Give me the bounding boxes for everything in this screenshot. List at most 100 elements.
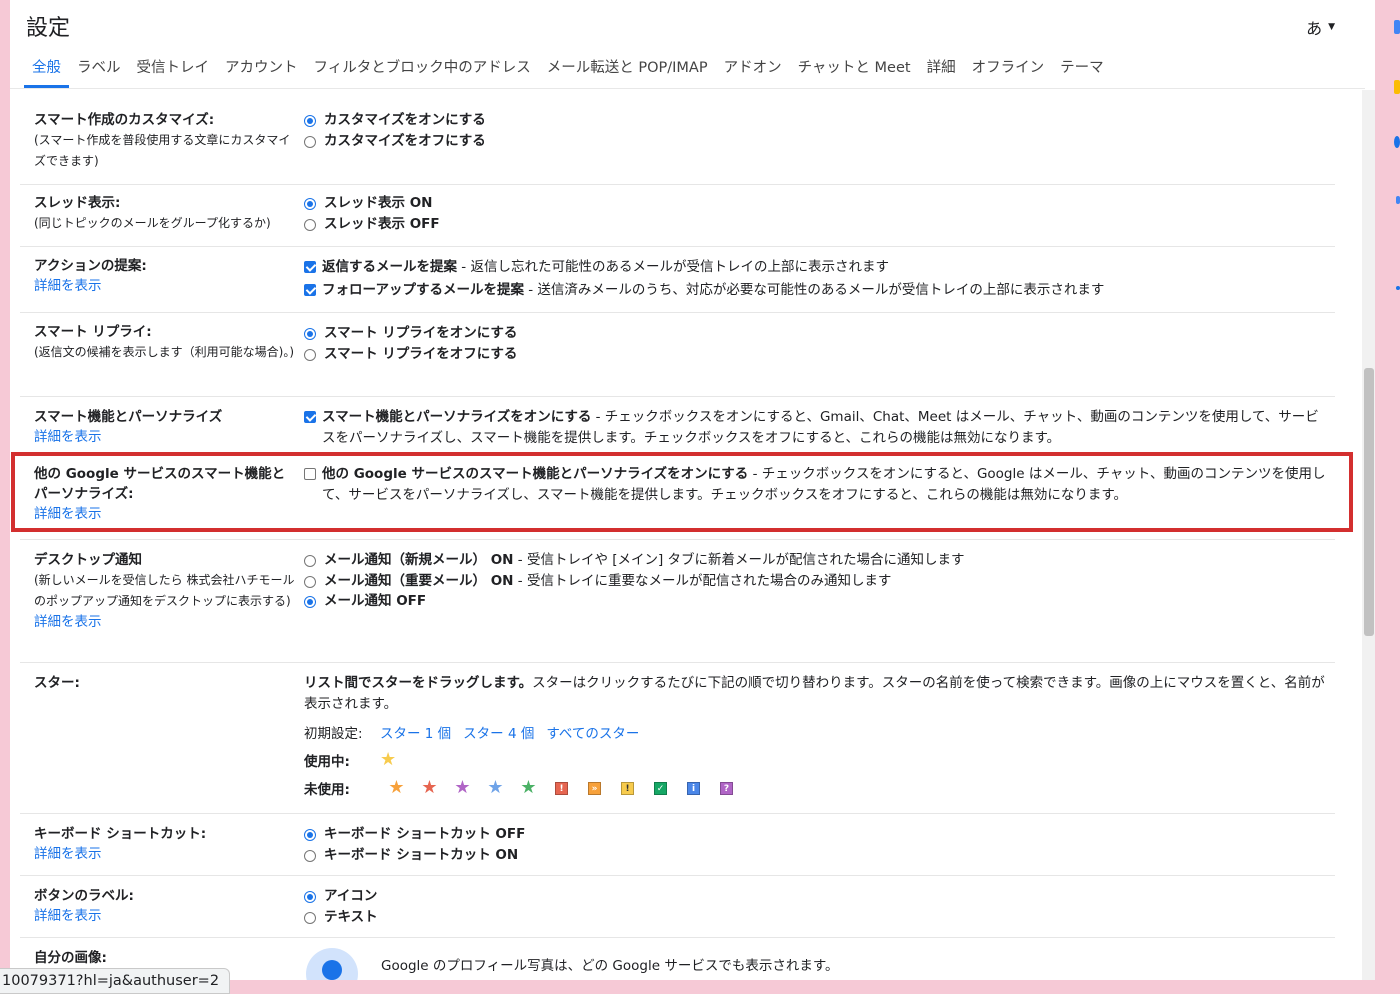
tab-inbox[interactable]: 受信トレイ xyxy=(129,58,218,88)
option-smart-compose-off[interactable]: カスタマイズをオフにする xyxy=(304,131,1327,152)
radio[interactable] xyxy=(304,218,316,231)
detail-link[interactable]: 詳細を表示 xyxy=(34,427,296,447)
star-icon[interactable]: ★ xyxy=(479,778,512,798)
option-smart-features[interactable]: スマート機能とパーソナライズをオンにする - チェックボックスをオンにすると、G… xyxy=(304,407,1327,448)
input-tools-button[interactable]: あ ▼ xyxy=(1306,15,1335,39)
radio[interactable] xyxy=(304,575,316,588)
option-labels-text[interactable]: テキスト xyxy=(304,907,1327,928)
marker-icon[interactable]: ✓ xyxy=(654,781,667,795)
side-panel-keep-icon[interactable] xyxy=(1394,80,1400,94)
option-nudge-followup[interactable]: フォローアップするメールを提案 - 送信済みメールのうち、対応が必要な可能性のあ… xyxy=(304,280,1327,301)
preset-4-stars[interactable]: スター 4 個 xyxy=(463,722,534,742)
radio-selected[interactable] xyxy=(304,328,316,340)
option-label: 他の Google サービスのスマート機能とパーソナライズをオンにする xyxy=(322,466,749,482)
star-icon[interactable]: ★ xyxy=(446,778,479,798)
option-description: - 返信し忘れた可能性のあるメールが受信トレイの上部に表示されます xyxy=(457,259,889,275)
tab-forwarding[interactable]: メール転送と POP/IMAP xyxy=(539,58,716,88)
detail-link[interactable]: 詳細を表示 xyxy=(34,844,296,864)
star-icon[interactable]: ★ xyxy=(380,778,413,798)
radio[interactable] xyxy=(304,135,316,148)
marker-icon[interactable]: » xyxy=(588,781,601,795)
option-smart-reply-on[interactable]: スマート リプライをオンにする xyxy=(304,323,1327,344)
marker-icon[interactable]: i xyxy=(687,781,700,795)
star-icon[interactable]: ★ xyxy=(512,778,545,798)
marker-icon[interactable]: ? xyxy=(720,781,733,795)
setting-subtitle: (スマート作成を普段使用する文章にカスタマイズできます) xyxy=(34,133,291,168)
detail-link[interactable]: 詳細を表示 xyxy=(34,612,296,632)
star-icon[interactable]: ★ xyxy=(413,778,446,798)
option-shortcuts-off[interactable]: キーボード ショートカット OFF xyxy=(304,824,1327,845)
status-bar-url: 10079371?hl=ja&authuser=2 xyxy=(0,968,231,994)
checkbox-checked[interactable] xyxy=(304,411,316,423)
preset-1-star[interactable]: スター 1 個 xyxy=(380,722,451,742)
preset-all-stars[interactable]: すべてのスター xyxy=(546,722,639,742)
option-shortcuts-on[interactable]: キーボード ショートカット ON xyxy=(304,845,1327,866)
chevron-down-icon: ▼ xyxy=(1328,22,1335,32)
scrollbar-thumb[interactable] xyxy=(1364,368,1374,636)
option-notify-important[interactable]: メール通知（重要メール） ON - 受信トレイに重要なメールが配信された場合のみ… xyxy=(304,571,1327,592)
tab-general[interactable]: 全般 xyxy=(24,58,69,88)
option-description: - 送信済みメールのうち、対応が必要な可能性のあるメールが受信トレイの上部に表示… xyxy=(523,281,1105,298)
radio-selected[interactable] xyxy=(304,198,316,210)
side-panel-calendar-icon[interactable] xyxy=(1394,20,1400,34)
option-label: アイコン xyxy=(324,888,378,904)
option-thread-off[interactable]: スレッド表示 OFF xyxy=(304,214,1327,235)
detail-link[interactable]: 詳細を表示 xyxy=(34,504,296,524)
detail-link[interactable]: 詳細を表示 xyxy=(34,276,296,296)
side-panel-contacts-icon[interactable] xyxy=(1396,196,1400,204)
setting-title: ボタンのラベル: xyxy=(34,888,134,904)
radio-selected[interactable] xyxy=(304,115,316,127)
radio[interactable] xyxy=(304,849,316,862)
star-icon[interactable]: ★ xyxy=(380,749,396,770)
in-use-stars: ★ xyxy=(380,750,396,770)
setting-keyboard-shortcuts: キーボード ショートカット: 詳細を表示 キーボード ショートカット OFF キ… xyxy=(20,814,1335,876)
input-tools-label: あ xyxy=(1306,19,1323,38)
side-panel-tasks-icon[interactable] xyxy=(1394,136,1400,148)
setting-smart-reply: スマート リプライ: (返信文の候補を表示します（利用可能な場合)。) スマート… xyxy=(20,313,1335,397)
radio[interactable] xyxy=(304,348,316,361)
tab-addons[interactable]: アドオン xyxy=(716,58,790,88)
option-thread-on[interactable]: スレッド表示 ON xyxy=(304,193,1327,214)
settings-header: 設定 あ ▼ 全般 ラベル 受信トレイ アカウント フィルタとブロック中のアドレ… xyxy=(10,0,1375,88)
detail-link[interactable]: 詳細を表示 xyxy=(34,906,296,926)
header-divider xyxy=(10,88,1365,89)
option-notify-off[interactable]: メール通知 OFF xyxy=(304,591,1327,612)
checkbox-checked[interactable] xyxy=(304,261,316,273)
option-other-google-smart-features[interactable]: 他の Google サービスのスマート機能とパーソナライズをオンにする - チェ… xyxy=(304,464,1327,505)
radio[interactable] xyxy=(304,911,316,924)
tab-filters[interactable]: フィルタとブロック中のアドレス xyxy=(306,58,539,88)
option-nudge-reply[interactable]: 返信するメールを提案 - 返信し忘れた可能性のあるメールが受信トレイの上部に表示… xyxy=(304,257,1327,278)
checkbox-checked[interactable] xyxy=(304,283,316,296)
option-smart-compose-on[interactable]: カスタマイズをオンにする xyxy=(304,110,1327,131)
setting-subtitle: (同じトピックのメールをグループ化するか) xyxy=(34,216,271,230)
setting-title: スマート作成のカスタマイズ: xyxy=(34,112,215,128)
setting-title: キーボード ショートカット: xyxy=(34,826,207,842)
option-labels-icon[interactable]: アイコン xyxy=(304,886,1327,907)
checkbox[interactable] xyxy=(304,468,316,480)
tab-advanced[interactable]: 詳細 xyxy=(919,58,964,88)
option-label: メール通知（重要メール） ON xyxy=(324,572,514,589)
marker-icon[interactable]: ! xyxy=(555,781,568,795)
option-smart-reply-off[interactable]: スマート リプライをオフにする xyxy=(304,344,1327,365)
side-panel-addon-icon[interactable] xyxy=(1396,286,1400,290)
picture-description: Google のプロフィール写真は、どの Google サービスでも表示されます… xyxy=(381,958,839,974)
setting-title: 他の Google サービスのスマート機能とパーソナライズ: xyxy=(34,466,286,502)
setting-title: スマート リプライ: xyxy=(34,324,152,340)
option-label: スマート リプライをオフにする xyxy=(324,345,518,362)
settings-tabs: 全般 ラベル 受信トレイ アカウント フィルタとブロック中のアドレス メール転送… xyxy=(24,58,1112,88)
option-notify-new[interactable]: メール通知（新規メール） ON - 受信トレイや [メイン] タブに新着メールが… xyxy=(304,550,1327,571)
tab-offline[interactable]: オフライン xyxy=(964,58,1053,88)
radio-selected[interactable] xyxy=(304,829,316,841)
marker-icon[interactable]: ! xyxy=(621,781,634,795)
tab-labels[interactable]: ラベル xyxy=(69,58,129,88)
radio-selected[interactable] xyxy=(304,596,316,608)
not-in-use-label: 未使用: xyxy=(304,782,350,798)
setting-nudges: アクションの提案: 詳細を表示 返信するメールを提案 - 返信し忘れた可能性のあ… xyxy=(20,247,1335,313)
tab-themes[interactable]: テーマ xyxy=(1052,58,1112,88)
radio[interactable] xyxy=(304,555,316,567)
option-label: テキスト xyxy=(324,908,378,925)
tab-chat-meet[interactable]: チャットと Meet xyxy=(790,58,919,88)
radio-selected[interactable] xyxy=(304,891,316,903)
setting-stars: スター: リスト間でスターをドラッグします。スターはクリックするたびに下記の順で… xyxy=(20,663,1335,814)
tab-accounts[interactable]: アカウント xyxy=(217,58,306,88)
